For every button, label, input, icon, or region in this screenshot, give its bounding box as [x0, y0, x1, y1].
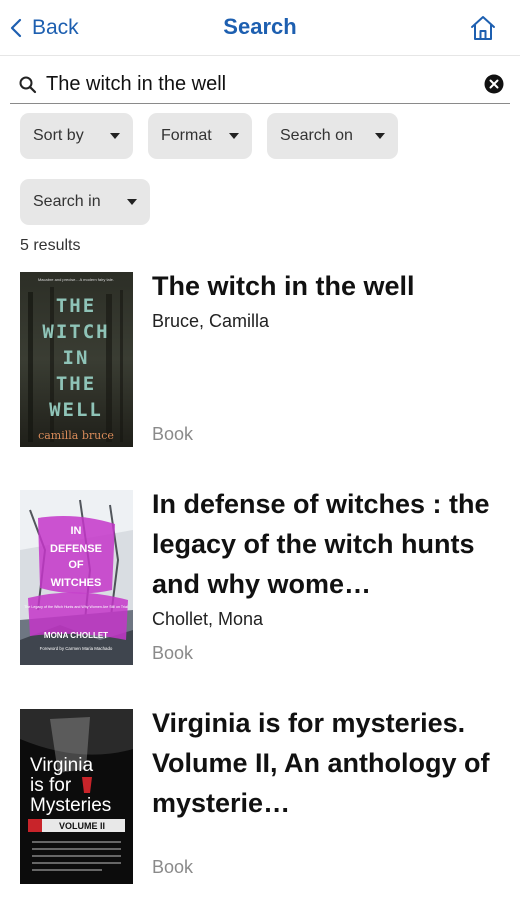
result-title[interactable]: The witch in the well — [152, 266, 492, 306]
cover-line: is for — [30, 775, 72, 796]
result-author: Bruce, Camilla — [152, 311, 270, 331]
cover-author: camilla bruce — [38, 429, 114, 442]
search-input[interactable] — [46, 68, 466, 100]
cover-art: Macabre and precise... A modern fairy ta… — [20, 272, 133, 447]
clear-search-button[interactable] — [484, 74, 504, 94]
caret-down-icon — [375, 133, 385, 139]
home-icon — [471, 16, 495, 40]
cover-subtitle: The Legacy of the Witch Hunts and Why Wo… — [24, 605, 128, 609]
search-on-label: Search on — [280, 127, 353, 144]
cover-line: Mysteries — [30, 795, 111, 816]
sort-by-label: Sort by — [33, 127, 84, 144]
cover-line: OF — [68, 559, 84, 571]
result-format: Book — [152, 424, 194, 444]
caret-down-icon — [110, 133, 120, 139]
cover-line: THE — [56, 373, 96, 395]
sort-by-dropdown[interactable]: Sort by — [20, 113, 133, 159]
cover-art: Virginia is for Mysteries VOLUME II — [20, 709, 133, 884]
chevron-left-icon — [10, 18, 22, 38]
format-label: Format — [161, 127, 212, 144]
cover-blurb: Macabre and precise... A modern fairy ta… — [38, 277, 114, 282]
cover-art: IN DEFENSE OF WITCHES The Legacy of the … — [20, 490, 133, 665]
search-bar — [10, 64, 510, 104]
back-label: Back — [32, 16, 79, 39]
cover-line: IN — [71, 525, 82, 537]
cover-author: MONA CHOLLET — [44, 631, 108, 640]
cover-line: WITCHES — [51, 577, 102, 589]
result-format: Book — [152, 857, 194, 877]
results-count: 5 results — [20, 237, 81, 254]
cover-line: WELL — [49, 399, 103, 421]
home-button[interactable] — [468, 14, 498, 42]
page-title: Search — [223, 14, 297, 39]
back-button[interactable]: Back — [10, 12, 79, 44]
book-cover[interactable]: Virginia is for Mysteries VOLUME II — [20, 709, 133, 884]
caret-down-icon — [229, 133, 239, 139]
result-title[interactable]: Virginia is for mysteries. Volume II, An… — [152, 703, 492, 823]
cover-line: DEFENSE — [50, 543, 102, 555]
nav-header: Back Search — [0, 0, 520, 56]
search-in-label: Search in — [33, 193, 101, 210]
caret-down-icon — [127, 199, 137, 205]
clear-circle-icon — [484, 74, 504, 94]
cover-line: Virginia — [30, 755, 93, 776]
format-dropdown[interactable]: Format — [148, 113, 252, 159]
result-format: Book — [152, 643, 194, 663]
cover-line: WITCH — [42, 321, 109, 343]
cover-line: IN — [63, 347, 90, 369]
search-on-dropdown[interactable]: Search on — [267, 113, 398, 159]
cover-foreword: Foreword by Carmen Maria Machado — [40, 646, 113, 651]
cover-line: THE — [56, 295, 96, 317]
book-cover[interactable]: IN DEFENSE OF WITCHES The Legacy of the … — [20, 490, 133, 665]
result-author: Chollet, Mona — [152, 609, 264, 629]
magnifier-icon — [19, 76, 37, 94]
search-in-dropdown[interactable]: Search in — [20, 179, 150, 225]
result-title[interactable]: In defense of witches : the legacy of th… — [152, 484, 492, 604]
book-cover[interactable]: Macabre and precise... A modern fairy ta… — [20, 272, 133, 447]
cover-volume: VOLUME II — [59, 821, 105, 831]
